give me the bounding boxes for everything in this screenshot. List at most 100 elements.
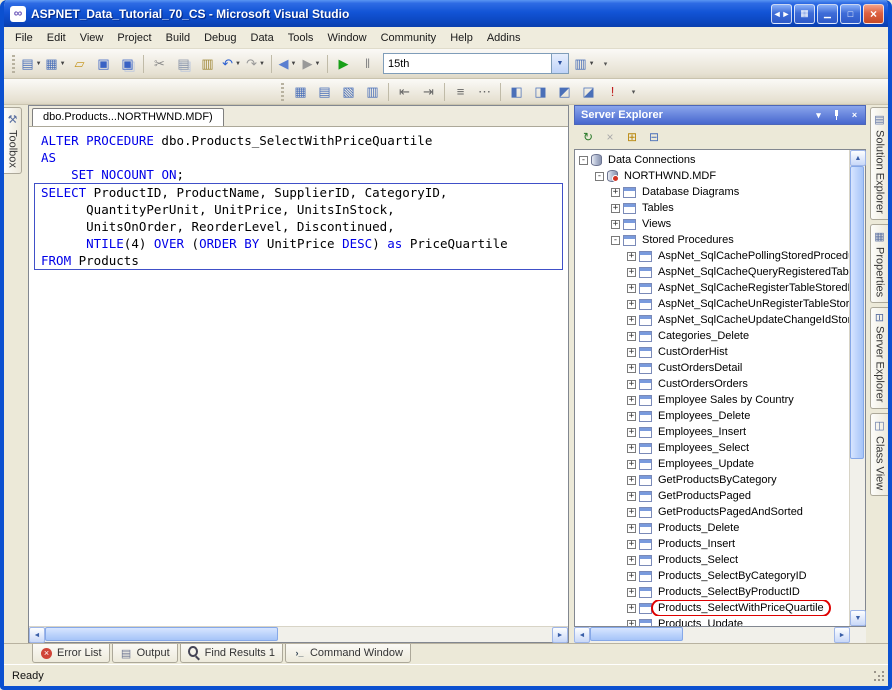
tree-expander-expand-icon[interactable]: + xyxy=(627,572,636,581)
tree-expander-expand-icon[interactable]: + xyxy=(627,508,636,517)
menu-addins[interactable]: Addins xyxy=(480,29,528,47)
toolbar-combo-box[interactable]: 15th▼ xyxy=(383,53,569,74)
tree-item-custorderhist[interactable]: +CustOrderHist xyxy=(575,344,849,360)
tree-item-northwnd-mdf[interactable]: -NORTHWND.MDF xyxy=(575,168,849,184)
tree-item-tables[interactable]: +Tables xyxy=(575,200,849,216)
tree-expander-expand-icon[interactable]: + xyxy=(627,396,636,405)
tree-expander-expand-icon[interactable]: + xyxy=(627,252,636,261)
tree-expander-expand-icon[interactable]: + xyxy=(627,428,636,437)
code-area[interactable]: ALTER PROCEDURE dbo.Products_SelectWithP… xyxy=(29,127,568,626)
tree-item-products-update[interactable]: +Products_Update xyxy=(575,616,849,626)
tree-expander-expand-icon[interactable]: + xyxy=(627,364,636,373)
query-toolbar-options-button[interactable]: ▾ xyxy=(627,88,640,96)
connect-to-server-button[interactable]: ⊟ xyxy=(644,127,664,147)
save-button[interactable]: ▣ xyxy=(92,53,115,75)
scroll-left-button[interactable] xyxy=(29,627,45,643)
tab-class-view[interactable]: ◫Class View xyxy=(870,413,888,496)
add-item-button[interactable]: ▦▼ xyxy=(44,53,67,75)
tree-expander-expand-icon[interactable]: + xyxy=(611,204,620,213)
menu-file[interactable]: File xyxy=(8,29,40,47)
tab-server-explorer[interactable]: ⊟Server Explorer xyxy=(870,307,888,409)
tree-item-database-diagrams[interactable]: +Database Diagrams xyxy=(575,184,849,200)
title-bar[interactable]: ASPNET_Data_Tutorial_70_CS - Microsoft V… xyxy=(4,0,888,27)
bullet-list-button[interactable]: ≡ xyxy=(449,81,472,103)
menu-tools[interactable]: Tools xyxy=(281,29,321,47)
tree-expander-expand-icon[interactable]: + xyxy=(611,220,620,229)
tree-item-getproductspagedandsorted[interactable]: +GetProductsPagedAndSorted xyxy=(575,504,849,520)
editor-horizontal-scrollbar[interactable] xyxy=(29,626,568,642)
menu-edit[interactable]: Edit xyxy=(40,29,73,47)
auto-hide-pin-button[interactable] xyxy=(829,108,844,122)
tree-expander-expand-icon[interactable]: + xyxy=(627,540,636,549)
tree-item-products-insert[interactable]: +Products_Insert xyxy=(575,536,849,552)
find-button[interactable]: ▥▼ xyxy=(573,53,596,75)
scroll-right-button[interactable] xyxy=(552,627,568,643)
tree-item-employees-select[interactable]: +Employees_Select xyxy=(575,440,849,456)
tree-scroll-right-button[interactable] xyxy=(834,627,850,643)
tree-item-data-connections[interactable]: -Data Connections xyxy=(575,152,849,168)
tab-properties[interactable]: ▦Properties xyxy=(870,224,888,303)
document-tab[interactable]: dbo.Products...NORTHWND.MDF) xyxy=(32,108,224,126)
tree-expander-expand-icon[interactable]: + xyxy=(627,460,636,469)
show-sql-pane-button[interactable]: ▧ xyxy=(337,81,360,103)
minimize-button[interactable]: ▁ xyxy=(817,4,838,24)
tree-expander-expand-icon[interactable]: + xyxy=(627,268,636,277)
tree-expander-expand-icon[interactable]: + xyxy=(627,524,636,533)
tree-item-products-selectwithpricequartile[interactable]: +Products_SelectWithPriceQuartile xyxy=(575,600,849,616)
menu-data[interactable]: Data xyxy=(244,29,281,47)
break-all-button[interactable]: ‖ xyxy=(356,53,379,75)
tree-item-employees-update[interactable]: +Employees_Update xyxy=(575,456,849,472)
tree-expander-expand-icon[interactable]: + xyxy=(627,332,636,341)
connect-to-database-button[interactable]: ⊞ xyxy=(622,127,642,147)
tree-expander-expand-icon[interactable]: + xyxy=(627,380,636,389)
run-query-button[interactable]: ! xyxy=(601,81,624,103)
tree-scroll-left-button[interactable] xyxy=(574,627,590,643)
tree-vertical-scrollbar[interactable] xyxy=(849,150,865,626)
tree-item-aspnet-sqlcacheupdatechangeidstoredprocedure[interactable]: +AspNet_SqlCacheUpdateChangeIdStoredProc… xyxy=(575,312,849,328)
navigate-backward-button[interactable]: ◀▼ xyxy=(276,53,299,75)
tree-expander-expand-icon[interactable]: + xyxy=(627,284,636,293)
tree-expander-collapse-icon[interactable]: - xyxy=(579,156,588,165)
pane-split-right-button[interactable]: ◨ xyxy=(529,81,552,103)
tree-item-aspnet-sqlcachequeryregisteredtablesstoredprocedure[interactable]: +AspNet_SqlCacheQueryRegisteredTablesSto… xyxy=(575,264,849,280)
combo-dropdown-arrow[interactable]: ▼ xyxy=(551,54,568,73)
start-debug-button[interactable]: ▶ xyxy=(332,53,355,75)
line-spacing-button[interactable]: ⋯ xyxy=(473,81,496,103)
tree-item-products-selectbyproductid[interactable]: +Products_SelectByProductID xyxy=(575,584,849,600)
tree-hscrollbar-thumb[interactable] xyxy=(590,627,683,641)
pane-split-bottom-button[interactable]: ◪ xyxy=(577,81,600,103)
tree-horizontal-scrollbar[interactable] xyxy=(574,627,866,643)
show-grid-pane-button[interactable]: ▤ xyxy=(313,81,336,103)
toolbar-options-button[interactable]: ▾ xyxy=(599,60,612,68)
tree-item-getproductspaged[interactable]: +GetProductsPaged xyxy=(575,488,849,504)
tree-item-products-selectbycategoryid[interactable]: +Products_SelectByCategoryID xyxy=(575,568,849,584)
tree-hscrollbar-track[interactable] xyxy=(590,627,834,643)
tree-item-custordersdetail[interactable]: +CustOrdersDetail xyxy=(575,360,849,376)
show-diagram-pane-button[interactable]: ▦ xyxy=(289,81,312,103)
pane-split-left-button[interactable]: ◧ xyxy=(505,81,528,103)
tab-error-list[interactable]: Error List xyxy=(32,644,110,663)
tree-item-products-delete[interactable]: +Products_Delete xyxy=(575,520,849,536)
show-results-pane-button[interactable]: ▥ xyxy=(361,81,384,103)
tree-item-categories-delete[interactable]: +Categories_Delete xyxy=(575,328,849,344)
tree-expander-expand-icon[interactable]: + xyxy=(627,348,636,357)
tree-expander-expand-icon[interactable]: + xyxy=(627,556,636,565)
tab-output[interactable]: Output xyxy=(112,644,178,663)
tree-item-products-select[interactable]: +Products_Select xyxy=(575,552,849,568)
open-file-button[interactable]: ▱ xyxy=(68,53,91,75)
menu-build[interactable]: Build xyxy=(159,29,197,47)
server-explorer-titlebar[interactable]: Server Explorer ▾× xyxy=(574,105,866,125)
tree-expander-expand-icon[interactable]: + xyxy=(627,300,636,309)
editor-scrollbar-thumb[interactable] xyxy=(45,627,278,641)
stop-refresh-button[interactable]: × xyxy=(600,127,620,147)
save-all-button[interactable]: ▣ xyxy=(116,53,139,75)
tree-item-employees-insert[interactable]: +Employees_Insert xyxy=(575,424,849,440)
close-panel-button[interactable]: × xyxy=(847,108,862,122)
tree-item-aspnet-sqlcachepollingstoredprocedure[interactable]: +AspNet_SqlCachePollingStoredProcedure xyxy=(575,248,849,264)
pane-split-top-button[interactable]: ◩ xyxy=(553,81,576,103)
tab-find-results-1[interactable]: Find Results 1 xyxy=(180,644,283,663)
tree-expander-expand-icon[interactable]: + xyxy=(627,620,636,627)
window-layout-button[interactable]: ▦ xyxy=(794,4,815,24)
menu-view[interactable]: View xyxy=(73,29,111,47)
tab-solution-explorer[interactable]: ▤Solution Explorer xyxy=(870,107,888,220)
